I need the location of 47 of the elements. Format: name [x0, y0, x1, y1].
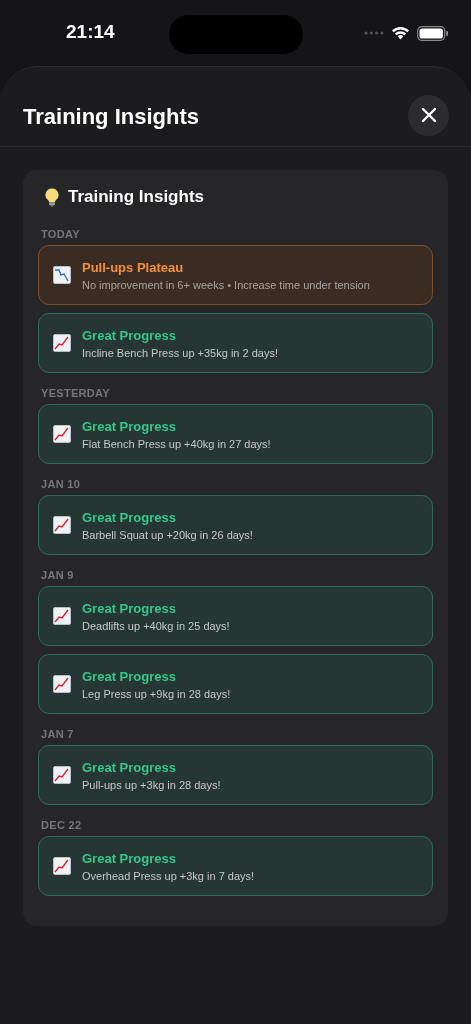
- chart-increasing-icon: [53, 857, 71, 875]
- insight-title: Great Progress: [82, 668, 177, 684]
- signal-icon: [364, 31, 384, 35]
- insight-title: Great Progress: [82, 418, 177, 434]
- chart-increasing-icon: [53, 516, 71, 534]
- lightbulb-icon: [45, 187, 59, 207]
- chart-increasing-icon: [53, 334, 71, 352]
- insight-card[interactable]: Great Progress Overhead Press up +3kg in 7 days!: [38, 836, 433, 896]
- status-time: 21:14: [66, 21, 115, 43]
- sheet-title: Training Insights: [23, 104, 199, 130]
- insight-title: Great Progress: [82, 327, 177, 343]
- insight-detail: No improvement in 6+ weeks • Increase time under tension: [82, 278, 370, 291]
- chart-increasing-icon: [53, 425, 71, 443]
- insight-title: Great Progress: [82, 600, 177, 616]
- battery-icon: [417, 25, 449, 41]
- card-title: Training Insights: [68, 187, 204, 207]
- date-heading: YESTERDAY: [41, 387, 111, 399]
- insight-card[interactable]: Great Progress Flat Bench Press up +40kg in 27 days!: [38, 404, 433, 464]
- date-heading: DEC 22: [41, 819, 83, 831]
- chart-increasing-icon: [53, 607, 71, 625]
- insight-card[interactable]: Great Progress Pull-ups up +3kg in 28 days!: [38, 745, 433, 805]
- insight-card[interactable]: Great Progress Deadlifts up +40kg in 25 days!: [38, 586, 433, 646]
- close-button[interactable]: [408, 94, 449, 136]
- insight-title: Great Progress: [82, 509, 177, 525]
- insight-detail: Overhead Press up +3kg in 7 days!: [82, 869, 255, 882]
- insight-card[interactable]: Pull-ups Plateau No improvement in 6+ weeks • Increase time under tension: [38, 245, 433, 305]
- close-icon: [420, 107, 437, 123]
- insight-title: Pull-ups Plateau: [82, 259, 185, 275]
- chart-increasing-icon: [53, 766, 71, 784]
- date-heading: JAN 9: [41, 569, 75, 581]
- insight-title: Great Progress: [82, 759, 177, 775]
- insight-detail: Barbell Squat up +20kg in 26 days!: [82, 528, 253, 541]
- insight-detail: Pull-ups up +3kg in 28 days!: [82, 778, 221, 791]
- insight-detail: Deadlifts up +40kg in 25 days!: [82, 619, 230, 632]
- insight-detail: Flat Bench Press up +40kg in 27 days!: [82, 437, 271, 450]
- insight-detail: Leg Press up +9kg in 28 days!: [82, 687, 231, 700]
- date-heading: JAN 7: [41, 728, 75, 740]
- date-heading: TODAY: [41, 228, 81, 240]
- chart-increasing-icon: [53, 675, 71, 693]
- wifi-icon: [391, 26, 410, 40]
- date-heading: JAN 10: [41, 478, 82, 490]
- insight-card[interactable]: Great Progress Barbell Squat up +20kg in 26 days!: [38, 495, 433, 555]
- insight-card[interactable]: Great Progress Incline Bench Press up +35kg in 2 days!: [38, 313, 433, 373]
- insight-title: Great Progress: [82, 850, 177, 866]
- chart-decreasing-icon: [53, 266, 71, 284]
- insight-detail: Incline Bench Press up +35kg in 2 days!: [82, 346, 278, 359]
- insight-card[interactable]: Great Progress Leg Press up +9kg in 28 days!: [38, 654, 433, 714]
